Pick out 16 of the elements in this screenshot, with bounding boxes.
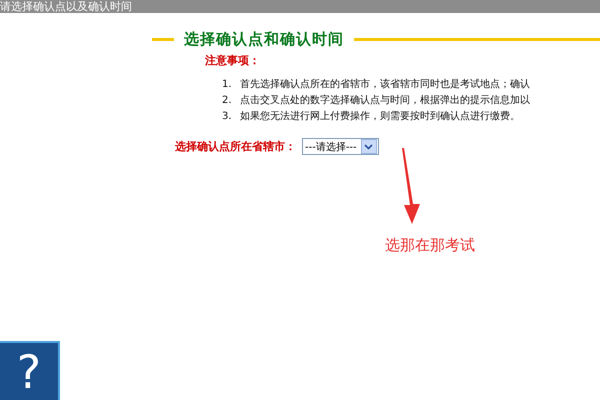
- note-text: 首先选择确认点所在的省辖市，该省辖市同时也是考试地点；确认: [240, 78, 530, 92]
- province-select[interactable]: ---请选择---: [302, 138, 379, 155]
- note-text: 如果您无法进行网上付费操作，则需要按时到确认点进行缴费。: [240, 110, 520, 124]
- arrow-icon: [401, 148, 421, 224]
- dropdown-caret-icon[interactable]: [360, 139, 377, 154]
- field-label: 选择确认点所在省辖市：: [175, 139, 296, 154]
- notes-title: 注意事项：: [205, 53, 261, 68]
- note-number: 3.: [222, 110, 233, 124]
- heading-rule: [152, 38, 174, 41]
- page-title: 请选择确认点以及确认时间: [0, 0, 132, 13]
- help-button[interactable]: ?: [0, 341, 60, 400]
- note-number: 2.: [222, 94, 233, 108]
- annotation-text: 选那在那考试: [385, 236, 475, 255]
- note-text: 点击交叉点处的数字选择确认点与时间，根据弹出的提示信息加以: [240, 94, 530, 108]
- note-number: 1.: [222, 78, 233, 92]
- section-heading: 选择确认点和确认时间: [184, 30, 344, 49]
